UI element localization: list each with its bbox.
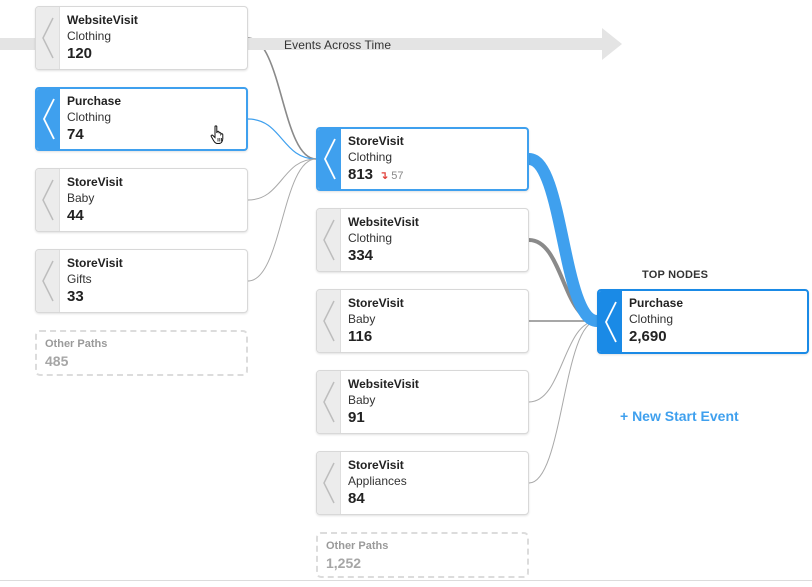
expand-left-tab[interactable] bbox=[317, 371, 341, 433]
chevron-left-icon bbox=[42, 179, 54, 221]
other-paths-count: 485 bbox=[45, 353, 69, 369]
expand-left-tab[interactable] bbox=[317, 290, 341, 352]
expand-left-tab[interactable] bbox=[36, 250, 60, 312]
hand-pointer-icon bbox=[210, 125, 224, 144]
expand-left-tab[interactable] bbox=[37, 89, 60, 149]
node-count-row: 813 ↴ 57 bbox=[348, 165, 404, 186]
node-count: 91 bbox=[348, 409, 365, 426]
node-category: Clothing bbox=[67, 28, 112, 43]
chevron-left-icon bbox=[323, 381, 335, 423]
chevron-left-icon bbox=[323, 300, 335, 342]
node-category: Appliances bbox=[348, 473, 407, 488]
bottom-divider bbox=[0, 580, 812, 581]
expand-left-tab[interactable] bbox=[599, 291, 622, 352]
node-category: Clothing bbox=[67, 109, 112, 124]
node-event-name: StoreVisit bbox=[67, 175, 123, 189]
new-start-event-link[interactable]: + New Start Event bbox=[620, 408, 739, 424]
node-event-name: WebsiteVisit bbox=[348, 377, 419, 391]
node-storevisit-appliances-step2[interactable]: StoreVisit Appliances 84 bbox=[316, 451, 529, 515]
node-category: Baby bbox=[348, 392, 376, 407]
chevron-left-icon bbox=[323, 219, 335, 261]
node-storevisit-baby-step1[interactable]: StoreVisit Baby 44 bbox=[35, 168, 248, 232]
node-purchase-clothing-end[interactable]: Purchase Clothing 2,690 bbox=[597, 289, 809, 354]
node-websitevisit-clothing-step2[interactable]: WebsiteVisit Clothing 334 bbox=[316, 208, 529, 272]
link-storevisit-clothing-top bbox=[527, 153, 599, 327]
link-purchase-clothing bbox=[247, 118, 317, 160]
node-category: Clothing bbox=[629, 311, 674, 326]
expand-left-tab[interactable] bbox=[36, 7, 60, 69]
node-event-name: StoreVisit bbox=[348, 134, 404, 148]
link-storevisit-baby bbox=[247, 158, 317, 201]
node-count: 84 bbox=[348, 490, 365, 507]
other-paths-step2[interactable]: Other Paths 1,252 bbox=[316, 532, 529, 578]
node-count: 74 bbox=[67, 126, 84, 143]
expand-left-tab[interactable] bbox=[317, 209, 341, 271]
link-storevisit-appliances-top bbox=[528, 320, 598, 484]
node-count: 120 bbox=[67, 45, 93, 62]
chevron-left-icon bbox=[604, 301, 617, 342]
link-websitevisit-baby-top bbox=[528, 320, 598, 403]
node-count: 2,690 bbox=[629, 328, 667, 345]
node-storevisit-clothing-step2[interactable]: StoreVisit Clothing 813 ↴ 57 bbox=[316, 127, 529, 191]
node-event-name: Purchase bbox=[67, 94, 122, 108]
drop-off-indicator: ↴ 57 bbox=[379, 170, 403, 182]
expand-left-tab[interactable] bbox=[36, 169, 60, 231]
other-paths-step1[interactable]: Other Paths 485 bbox=[35, 330, 248, 376]
node-event-name: StoreVisit bbox=[348, 458, 404, 472]
chevron-left-icon bbox=[42, 17, 54, 59]
node-category: Clothing bbox=[348, 149, 393, 164]
chevron-left-icon bbox=[323, 138, 336, 180]
drop-off-count: 57 bbox=[391, 170, 404, 182]
node-count: 33 bbox=[67, 288, 84, 305]
other-paths-label: Other Paths bbox=[45, 338, 108, 350]
timeline-label: Events Across Time bbox=[284, 38, 392, 52]
other-paths-label: Other Paths bbox=[326, 540, 389, 552]
node-count: 116 bbox=[348, 328, 373, 345]
expand-left-tab[interactable] bbox=[318, 129, 341, 189]
path-analysis-canvas: Events Across Time WebsiteVisit Clothing… bbox=[0, 0, 812, 587]
chevron-left-icon bbox=[42, 98, 55, 140]
node-count: 44 bbox=[67, 207, 84, 224]
node-storevisit-gifts-step1[interactable]: StoreVisit Gifts 33 bbox=[35, 249, 248, 313]
node-count: 813 bbox=[348, 166, 374, 183]
link-storevisit-gifts bbox=[247, 158, 317, 282]
chevron-left-icon bbox=[323, 462, 335, 504]
down-arrow-icon: ↴ bbox=[379, 170, 389, 182]
node-event-name: WebsiteVisit bbox=[67, 13, 138, 27]
node-category: Gifts bbox=[67, 271, 92, 286]
other-paths-count: 1,252 bbox=[326, 555, 362, 571]
node-category: Baby bbox=[67, 190, 95, 205]
node-count: 334 bbox=[348, 247, 374, 264]
chevron-left-icon bbox=[42, 260, 54, 302]
node-websitevisit-clothing-step1[interactable]: WebsiteVisit Clothing 120 bbox=[35, 6, 248, 70]
node-storevisit-baby-step2[interactable]: StoreVisit Baby 116 bbox=[316, 289, 529, 353]
expand-left-tab[interactable] bbox=[317, 452, 341, 514]
node-category: Clothing bbox=[348, 230, 393, 245]
node-event-name: StoreVisit bbox=[67, 256, 123, 270]
top-nodes-heading: TOP NODES bbox=[642, 269, 709, 281]
node-event-name: Purchase bbox=[629, 296, 684, 310]
node-event-name: StoreVisit bbox=[348, 296, 404, 310]
node-websitevisit-baby-step2[interactable]: WebsiteVisit Baby 91 bbox=[316, 370, 529, 434]
node-category: Baby bbox=[348, 311, 376, 326]
node-event-name: WebsiteVisit bbox=[348, 215, 419, 229]
